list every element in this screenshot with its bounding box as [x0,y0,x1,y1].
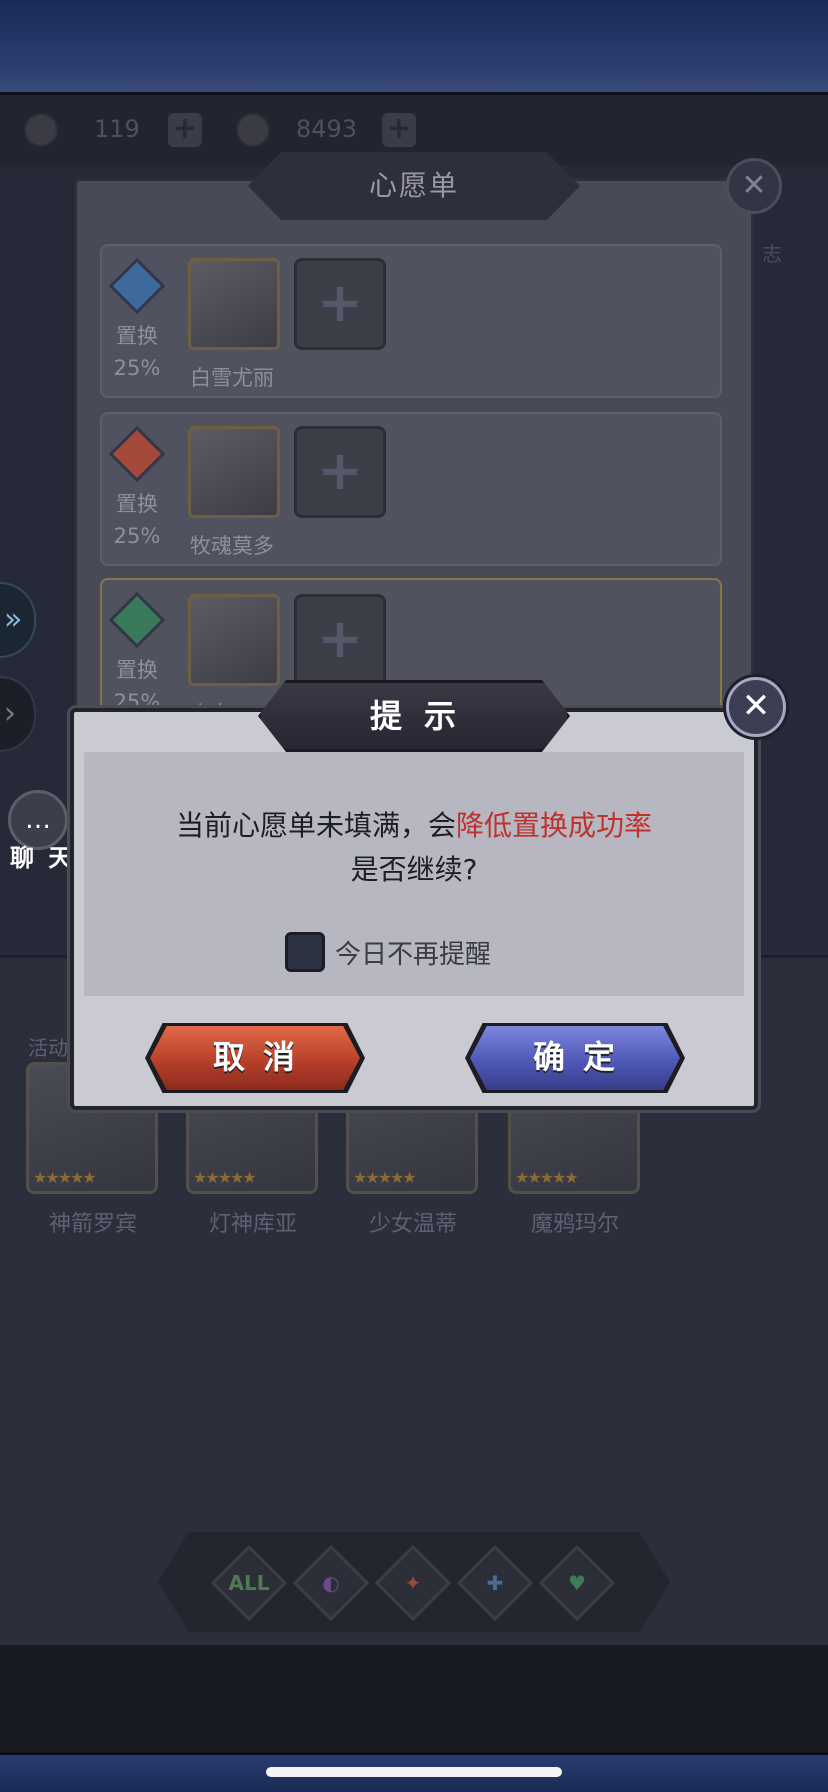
hero-name-2: 灯神库亚 [208,1212,297,1237]
fire-faction-icon: ✦ [404,1571,422,1595]
dont-remind-label[interactable]: 今日不再提醒 [335,934,491,971]
swap-label: 置换 [116,658,158,682]
hero-stars: ★★★★★ [353,1168,417,1187]
wishlist-close-button[interactable]: ✕ [726,158,782,214]
coin-value: 119 [94,115,140,143]
coin-icon [24,113,58,147]
chat-label: 聊 天 [10,844,76,872]
swap-rate: 25% [113,524,161,548]
close-icon: ✕ [741,686,771,726]
home-indicator[interactable] [266,1767,562,1777]
cancel-button[interactable]: 取消 [150,1026,360,1090]
side-tab-expand[interactable]: » [0,582,36,658]
wish-add-slot-3[interactable]: + [294,594,386,686]
confirm-button[interactable]: 确定 [470,1026,680,1090]
purple-faction-icon: ◐ [322,1571,340,1595]
double-chevron-right-icon: » [4,602,23,637]
top-sky-border [0,0,828,95]
nature-faction-icon: ♥ [568,1571,586,1595]
message-warning-text: 降低置换成功率 [456,809,653,842]
hero-name-4: 魔鸦玛尔 [530,1212,619,1237]
activity-label: 活动 [28,1036,68,1060]
dialog-message-line-1: 当前心愿单未填满，会降低置换成功率 [84,804,744,844]
water-faction-icon: ✚ [486,1571,504,1595]
wish-hero-portrait-2[interactable] [188,426,280,518]
dialog-title: 提示 [369,697,478,735]
coin-add-button[interactable]: + [168,113,202,147]
wish-add-slot-1[interactable]: + [294,258,386,350]
wish-add-slot-2[interactable]: + [294,426,386,518]
hero-stars: ★★★★★ [193,1168,257,1187]
background-side-text: 志 [762,242,782,266]
gem-icon [236,113,270,147]
wish-hero-portrait-1[interactable] [188,258,280,350]
wish-hero-portrait-3[interactable] [188,594,280,686]
bottom-dark-strip [0,1645,828,1752]
swap-label: 置换 [116,492,158,516]
hero-name-3: 少女温蒂 [368,1212,457,1237]
swap-label: 置换 [116,324,158,348]
swap-rate: 25% [113,356,161,380]
chat-bubble-icon: … [25,805,51,835]
dialog-close-button[interactable]: ✕ [726,677,786,737]
hero-stars: ★★★★★ [33,1168,97,1187]
dialog-message-line-2: 是否继续? [350,853,478,886]
side-tab-next[interactable]: › [0,676,36,752]
wish-hero-name-1: 白雪尤丽 [190,366,274,390]
close-icon: ✕ [741,168,767,203]
hero-name-1: 神箭罗宾 [48,1212,137,1237]
hero-stars: ★★★★★ [515,1168,579,1187]
message-text: 当前心愿单未填满，会 [175,809,456,842]
all-filter-icon: ALL [228,1571,270,1595]
dont-remind-checkbox[interactable] [285,932,325,972]
gem-value: 8493 [296,115,358,143]
gem-add-button[interactable]: + [382,113,416,147]
wish-hero-name-2: 牧魂莫多 [190,534,274,558]
wishlist-title: 心愿单 [368,169,459,202]
chevron-right-icon: › [4,696,16,731]
